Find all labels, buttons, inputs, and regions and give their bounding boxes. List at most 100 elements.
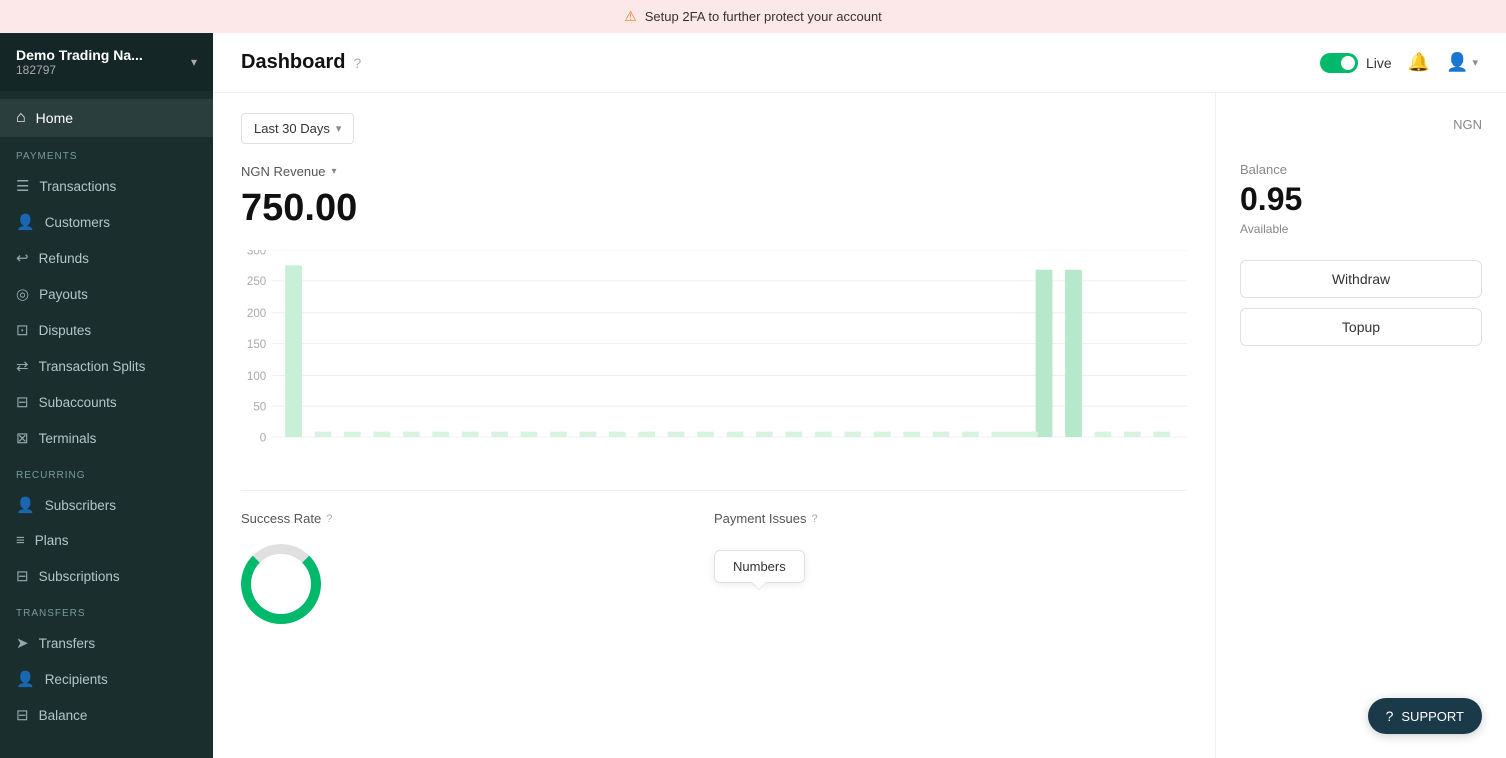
svg-text:50: 50 xyxy=(253,399,266,413)
transactions-icon: ☰ xyxy=(16,177,29,195)
sidebar-item-payouts[interactable]: ◎ Payouts xyxy=(0,276,213,312)
svg-text:200: 200 xyxy=(247,306,267,320)
sidebar-item-label: Recipients xyxy=(45,672,108,687)
sidebar-item-label: Disputes xyxy=(39,323,92,338)
subscriptions-icon: ⊟ xyxy=(16,567,29,585)
sidebar-item-label: Terminals xyxy=(39,431,97,446)
numbers-label: Numbers xyxy=(733,559,786,574)
warning-icon: ⚠ xyxy=(624,8,637,25)
sidebar-nav: ⌂ Home PAYMENTS ☰ Transactions 👤 Custome… xyxy=(0,91,213,758)
sidebar-item-label: Subscriptions xyxy=(39,569,120,584)
revenue-selector[interactable]: NGN Revenue ▾ xyxy=(241,164,1187,179)
success-rate-chart xyxy=(241,534,694,629)
sidebar: Demo Trading Na... 182797 ▾ ⌂ Home PAYME… xyxy=(0,33,213,758)
balance-amount: 0.95 xyxy=(1240,181,1482,218)
customers-icon: 👤 xyxy=(16,213,35,231)
live-toggle[interactable] xyxy=(1320,53,1358,73)
home-icon: ⌂ xyxy=(16,109,26,127)
svg-text:0: 0 xyxy=(260,430,267,444)
sidebar-item-subscribers[interactable]: 👤 Subscribers xyxy=(0,487,213,523)
chevron-down-icon: ▾ xyxy=(1472,56,1478,69)
sidebar-item-transactions[interactable]: ☰ Transactions xyxy=(0,168,213,204)
date-filter[interactable]: Last 30 Days ▾ xyxy=(241,113,354,144)
company-id: 182797 xyxy=(16,63,143,77)
help-icon[interactable]: ? xyxy=(353,55,361,71)
page-title: Dashboard xyxy=(241,51,345,74)
payment-issues-help-icon[interactable]: ? xyxy=(812,513,818,525)
sidebar-item-transfers[interactable]: ➤ Transfers xyxy=(0,625,213,661)
disputes-icon: ⊡ xyxy=(16,321,29,339)
payment-issues-label: Payment Issues xyxy=(714,511,807,526)
sidebar-item-subaccounts[interactable]: ⊟ Subaccounts xyxy=(0,384,213,420)
available-label: Available xyxy=(1240,222,1482,236)
terminals-icon: ⊠ xyxy=(16,429,29,447)
plans-icon: ≡ xyxy=(16,532,25,549)
company-selector[interactable]: Demo Trading Na... 182797 ▾ xyxy=(0,33,213,91)
recipients-icon: 👤 xyxy=(16,670,35,688)
sidebar-item-refunds[interactable]: ↩ Refunds xyxy=(0,240,213,276)
revenue-label: NGN Revenue xyxy=(241,164,326,179)
user-menu[interactable]: 👤 ▾ xyxy=(1446,52,1478,73)
splits-icon: ⇄ xyxy=(16,357,29,375)
main-content: Dashboard ? Live 🔔 👤 ▾ xyxy=(213,33,1506,758)
chart-svg: 300 250 200 150 100 50 0 xyxy=(241,250,1187,470)
sidebar-item-recipients[interactable]: 👤 Recipients xyxy=(0,661,213,697)
sidebar-item-customers[interactable]: 👤 Customers xyxy=(0,204,213,240)
notifications-icon[interactable]: 🔔 xyxy=(1408,52,1430,73)
support-button[interactable]: ? SUPPORT xyxy=(1368,698,1482,734)
withdraw-button[interactable]: Withdraw xyxy=(1240,260,1482,298)
balance-icon: ⊟ xyxy=(16,706,29,724)
success-rate-help-icon[interactable]: ? xyxy=(326,513,332,525)
sidebar-item-balance[interactable]: ⊟ Balance xyxy=(0,697,213,733)
live-label: Live xyxy=(1366,55,1392,71)
user-icon: 👤 xyxy=(1446,52,1468,73)
transfers-icon: ➤ xyxy=(16,634,29,652)
support-label: SUPPORT xyxy=(1401,709,1464,724)
transfers-section-label: TRANSFERS xyxy=(0,594,213,625)
refunds-icon: ↩ xyxy=(16,249,29,267)
payments-section-label: PAYMENTS xyxy=(0,137,213,168)
bottom-stats: Success Rate ? Payment Issues ? xyxy=(241,490,1187,629)
currency-label: NGN xyxy=(1240,117,1482,132)
chevron-down-icon: ▾ xyxy=(336,122,342,135)
sidebar-item-audit-logs[interactable]: 👁 Audit Logs xyxy=(0,749,213,758)
sidebar-item-label: Transfers xyxy=(39,636,96,651)
numbers-tooltip[interactable]: Numbers xyxy=(714,550,805,583)
alert-banner: ⚠ Setup 2FA to further protect your acco… xyxy=(0,0,1506,33)
topup-button[interactable]: Topup xyxy=(1240,308,1482,346)
main-header: Dashboard ? Live 🔔 👤 ▾ xyxy=(213,33,1506,93)
sidebar-item-label: Subscribers xyxy=(45,498,116,513)
svg-text:150: 150 xyxy=(247,337,267,351)
payouts-icon: ◎ xyxy=(16,285,29,303)
svg-text:300: 300 xyxy=(247,250,267,257)
sidebar-item-label: Refunds xyxy=(39,251,89,266)
success-rate-label: Success Rate xyxy=(241,511,321,526)
subaccounts-icon: ⊟ xyxy=(16,393,29,411)
revenue-value: 750.00 xyxy=(241,187,1187,230)
date-filter-label: Last 30 Days xyxy=(254,121,330,136)
home-label: Home xyxy=(36,110,73,126)
sidebar-item-label: Balance xyxy=(39,708,88,723)
sidebar-item-subscriptions[interactable]: ⊟ Subscriptions xyxy=(0,558,213,594)
svg-text:250: 250 xyxy=(247,274,267,288)
sidebar-item-home[interactable]: ⌂ Home xyxy=(0,99,213,137)
dashboard-body: Last 30 Days ▾ NGN Revenue ▾ 750.00 xyxy=(213,93,1506,758)
balance-title: Balance xyxy=(1240,162,1482,177)
sidebar-item-label: Subaccounts xyxy=(39,395,117,410)
subscribers-icon: 👤 xyxy=(16,496,35,514)
sidebar-item-label: Plans xyxy=(35,533,69,548)
sidebar-item-label: Payouts xyxy=(39,287,88,302)
sidebar-item-terminals[interactable]: ⊠ Terminals xyxy=(0,420,213,456)
bar-chart: 300 250 200 150 100 50 0 xyxy=(241,250,1187,470)
balance-section: Balance 0.95 Available Withdraw Topup xyxy=(1240,162,1482,356)
sidebar-item-label: Transaction Splits xyxy=(39,359,146,374)
sidebar-item-transaction-splits[interactable]: ⇄ Transaction Splits xyxy=(0,348,213,384)
sidebar-item-disputes[interactable]: ⊡ Disputes xyxy=(0,312,213,348)
chevron-down-icon: ▾ xyxy=(191,55,197,69)
svg-text:100: 100 xyxy=(247,369,267,383)
alert-text: Setup 2FA to further protect your accoun… xyxy=(645,9,882,24)
donut-chart xyxy=(241,544,321,624)
right-panel: NGN Balance 0.95 Available Withdraw Topu… xyxy=(1216,93,1506,758)
sidebar-item-plans[interactable]: ≡ Plans xyxy=(0,523,213,558)
success-rate-block: Success Rate ? xyxy=(241,511,714,629)
